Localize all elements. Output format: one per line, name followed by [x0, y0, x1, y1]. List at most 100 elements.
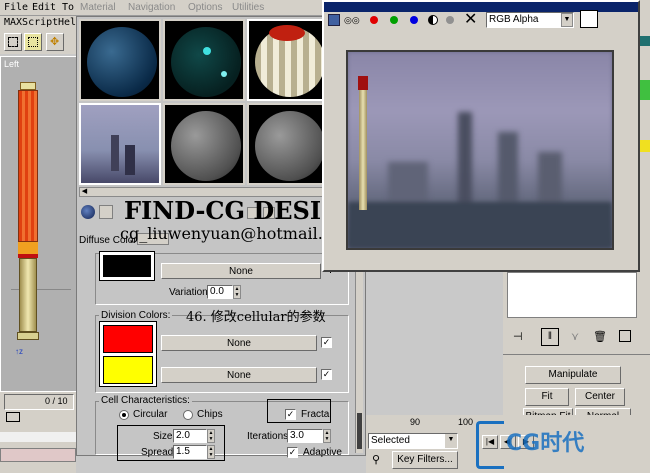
size-spinner[interactable]: ▲ ▼	[207, 429, 215, 443]
division-color2-swatch[interactable]	[103, 356, 153, 384]
axis-gizmo-icon: ↑z	[15, 347, 23, 356]
left-viewport[interactable]: Left ↑z	[0, 56, 80, 392]
blue-channel-icon[interactable]	[410, 16, 418, 24]
chips-radio[interactable]	[183, 410, 193, 420]
set-key-icon[interactable]: ⚲	[372, 453, 386, 467]
material-slot-2[interactable]	[163, 19, 245, 101]
cell-characteristics-label: Cell Characteristics:	[99, 395, 192, 406]
clone-icon[interactable]: ◎◎	[344, 14, 360, 26]
menu-maxscript[interactable]: MAXScript	[4, 17, 58, 28]
chevron-down-icon[interactable]: ▼	[561, 13, 573, 27]
color-swatch[interactable]	[580, 10, 598, 28]
chips-label: Chips	[197, 409, 223, 420]
move-icon[interactable]: ✥	[46, 33, 64, 51]
material-slot-5[interactable]	[163, 103, 245, 185]
panel-green-indicator	[640, 80, 650, 100]
material-slot-6[interactable]	[247, 103, 329, 185]
spread-spinner[interactable]: ▲ ▼	[207, 445, 215, 459]
frame-counter: 0 / 10	[45, 396, 68, 406]
diffuse-swatch-frame	[99, 251, 155, 281]
material-slot-4[interactable]	[79, 103, 161, 185]
spread-label: Spread:	[141, 447, 177, 458]
division-map1-button[interactable]: None	[161, 335, 317, 351]
rendered-pillar	[358, 76, 368, 216]
scroll-left-icon[interactable]: ◀	[80, 188, 89, 196]
menu-navigation[interactable]: Navigation	[128, 2, 175, 13]
menu-file[interactable]: File	[4, 2, 28, 13]
menu-options[interactable]: Options	[188, 2, 222, 13]
diffuse-map-button[interactable]: None	[161, 263, 321, 279]
menu-material[interactable]: Material	[80, 2, 116, 13]
alpha-channel-icon[interactable]	[428, 15, 438, 25]
key-filters-button[interactable]: Key Filters...	[392, 451, 458, 469]
variation-input[interactable]: 0.0	[207, 285, 233, 299]
menubar-row2: MAXScript Hel	[0, 16, 80, 30]
menu-tools[interactable]: To	[62, 2, 74, 13]
panel-tab-icon[interactable]	[640, 36, 650, 46]
size-label: Size:	[153, 431, 176, 442]
division-map2-button[interactable]: None	[161, 367, 317, 383]
iterations-label: Iterations:	[247, 431, 291, 442]
division-color1-swatch[interactable]	[103, 325, 153, 353]
select-icon[interactable]	[4, 33, 22, 51]
manipulate-button[interactable]: Manipulate	[525, 366, 621, 384]
viewport-label: Left	[4, 59, 20, 69]
make-unique-icon[interactable]: ⋎	[571, 330, 579, 343]
menu-help[interactable]: Hel	[58, 17, 76, 28]
spread-input[interactable]: 1.5	[173, 445, 207, 459]
remove-modifier-icon[interactable]: 🗑	[593, 330, 607, 343]
animation-controls: 90 100 Selected ▼ Key Filters... ⚲ |◀ ◀|…	[366, 415, 650, 473]
assign-material-icon[interactable]	[99, 205, 113, 219]
menu-edit[interactable]: Edit	[32, 2, 56, 13]
selected-dropdown[interactable]: Selected ▼	[368, 433, 458, 449]
tutorial-caption: 46. 修改cellular的参数	[186, 310, 326, 325]
fractal-checkbox[interactable]: ✓	[285, 409, 296, 420]
selected-dropdown-value: Selected	[371, 435, 410, 446]
panel-yellow-indicator	[640, 140, 650, 152]
division-map1-checkbox[interactable]: ✓	[321, 337, 332, 348]
time-slider[interactable]: 0 / 10	[4, 394, 74, 410]
show-end-result-icon[interactable]: ‖	[541, 328, 559, 346]
size-input[interactable]: 2.0	[173, 429, 207, 443]
chevron-down-icon[interactable]: ▼	[445, 434, 457, 448]
material-slot-1[interactable]	[79, 19, 161, 101]
status-bar	[0, 448, 76, 462]
menu-utilities[interactable]: Utilities	[232, 2, 264, 13]
channel-select[interactable]: RGB Alpha ▼	[486, 12, 574, 28]
modifier-stack-list[interactable]	[507, 272, 637, 318]
green-channel-icon[interactable]	[390, 16, 398, 24]
stack-tools: ⊣ ‖ ⋎ 🗑	[507, 328, 641, 348]
diffuse-color-swatch[interactable]	[103, 255, 151, 277]
material-slot-3[interactable]	[247, 19, 329, 101]
iterations-spinner[interactable]: ▲ ▼	[323, 429, 331, 443]
cg-logo-text: CG时代	[506, 431, 585, 456]
red-channel-icon[interactable]	[370, 16, 378, 24]
cg-logo: CG时代	[476, 417, 626, 471]
pin-stack-icon[interactable]: ⊣	[513, 330, 523, 343]
time-slider-area: 0 / 10	[0, 392, 76, 473]
circular-label: Circular	[133, 409, 168, 420]
fit-button[interactable]: Fit	[525, 388, 569, 406]
clear-icon[interactable]: ✕	[464, 12, 477, 28]
pillar-object[interactable]	[16, 82, 40, 344]
center-button[interactable]: Center	[575, 388, 625, 406]
rendered-frame-window: ◎◎ ✕ RGB Alpha ▼	[322, 0, 640, 272]
division-colors-label: Division Colors:	[99, 310, 173, 321]
key-icon[interactable]	[6, 412, 20, 422]
render-canvas	[346, 50, 614, 250]
region-select-icon[interactable]	[24, 33, 42, 51]
mono-channel-icon[interactable]	[446, 16, 454, 24]
save-icon[interactable]	[328, 14, 340, 26]
configure-sets-icon[interactable]	[619, 330, 631, 342]
variation-spinner[interactable]: ▲ ▼	[233, 285, 241, 299]
circular-radio[interactable]	[119, 410, 129, 420]
get-material-icon[interactable]	[81, 205, 95, 219]
variation-label: Variation:	[169, 287, 211, 298]
scrollbar-thumb[interactable]	[357, 413, 362, 449]
division-map2-checkbox[interactable]: ✓	[321, 369, 332, 380]
render-scrollbar[interactable]	[624, 32, 636, 262]
main-toolbar: ✥	[0, 30, 80, 54]
iterations-input[interactable]: 3.0	[287, 429, 323, 443]
track-bar[interactable]	[0, 432, 76, 442]
adaptive-checkbox[interactable]: ✓	[287, 447, 298, 458]
